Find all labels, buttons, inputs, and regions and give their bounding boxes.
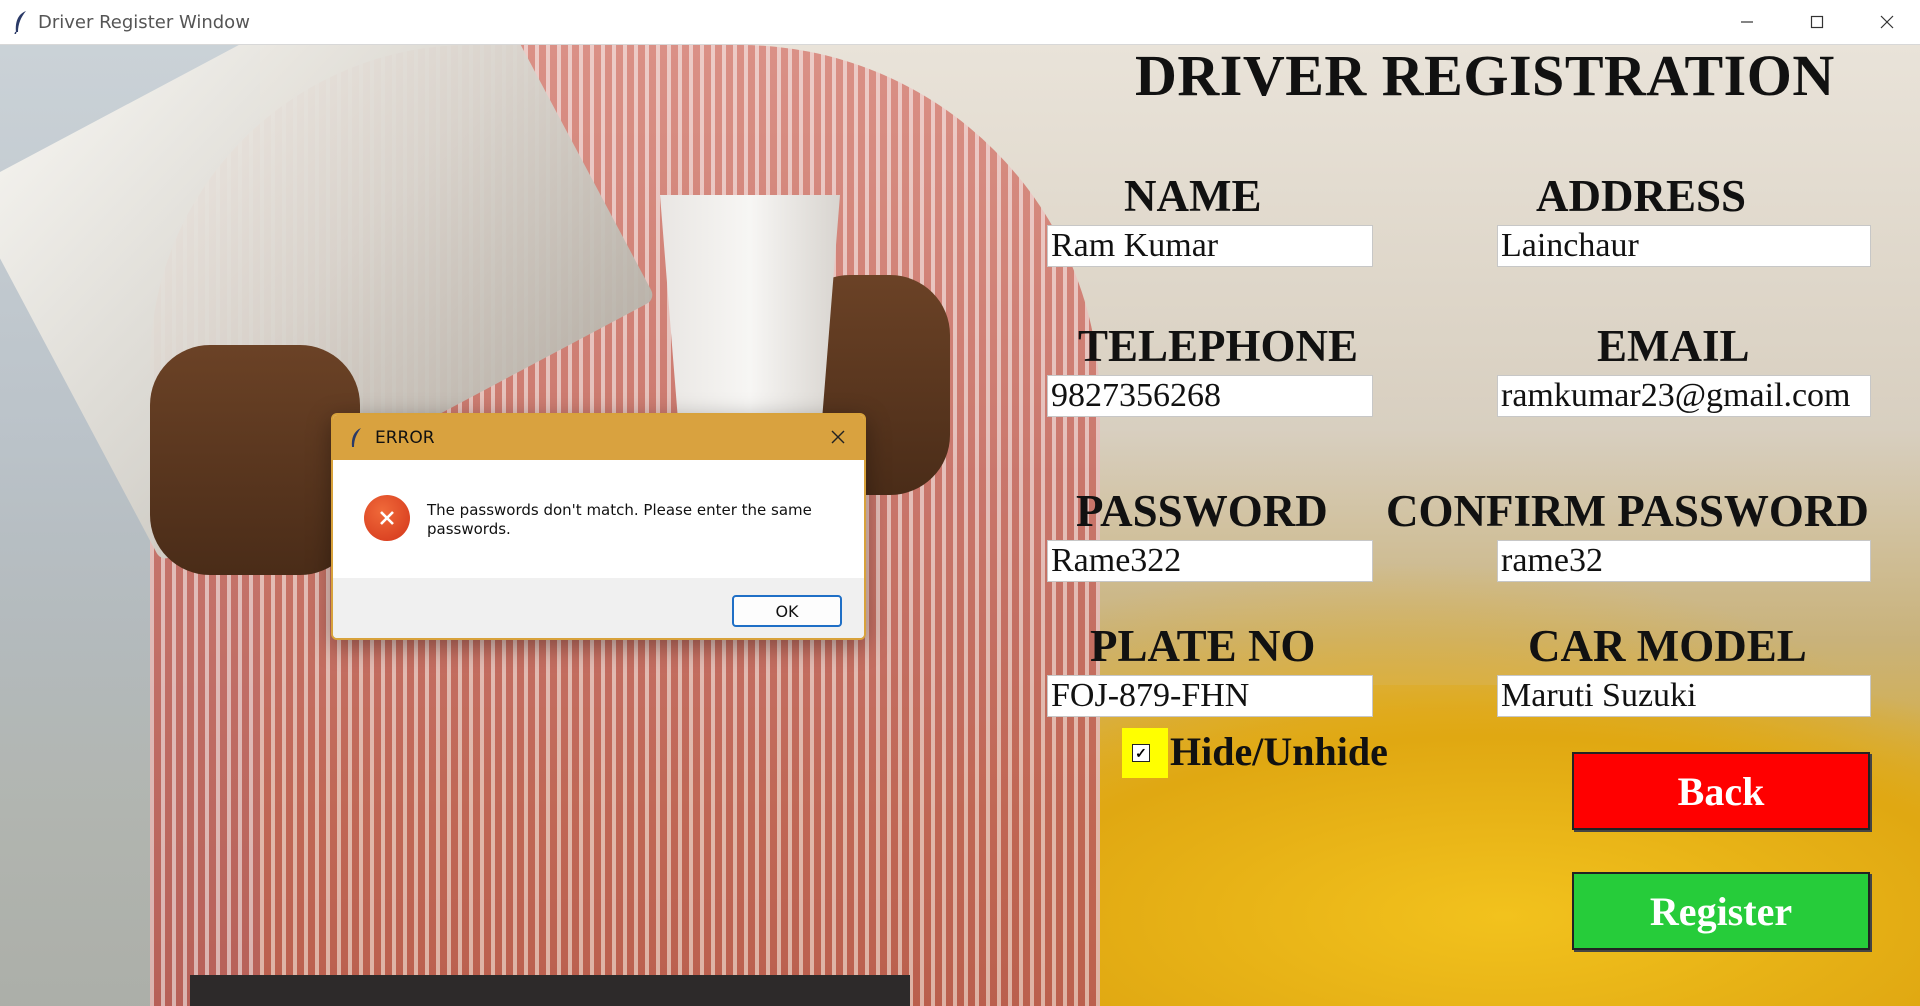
hide-unhide-checkbox[interactable]: ✓ (1132, 744, 1150, 762)
dialog-message: The passwords don't match. Please enter … (427, 501, 812, 538)
close-icon (1880, 15, 1894, 29)
window-title: Driver Register Window (38, 12, 250, 33)
minimize-icon (1741, 21, 1753, 23)
minimize-button[interactable] (1712, 0, 1782, 44)
close-icon (831, 430, 845, 444)
feather-icon (351, 428, 361, 447)
person-pants (190, 975, 910, 1006)
password-input[interactable]: Rame322 (1047, 540, 1373, 582)
checkmark-icon: ✓ (1135, 745, 1147, 761)
password-label: PASSWORD (1076, 486, 1328, 536)
ok-button[interactable]: OK (732, 595, 842, 627)
name-label: NAME (1124, 171, 1262, 221)
error-dialog: ERROR The passwords don't match. Please … (331, 413, 866, 640)
address-label: ADDRESS (1536, 171, 1747, 221)
dialog-close-button[interactable] (826, 425, 850, 449)
close-button[interactable] (1852, 0, 1920, 44)
email-label: EMAIL (1597, 321, 1750, 371)
error-x-icon (364, 495, 410, 541)
address-input[interactable]: Lainchaur (1497, 225, 1871, 267)
plate-no-input[interactable]: FOJ-879-FHN (1047, 675, 1373, 717)
telephone-label: TELEPHONE (1078, 321, 1359, 371)
maximize-icon (1810, 15, 1824, 29)
dialog-title: ERROR (375, 428, 435, 448)
telephone-input[interactable]: 9827356268 (1047, 375, 1373, 417)
register-button[interactable]: Register (1572, 872, 1870, 950)
confirm-password-input[interactable]: rame32 (1497, 540, 1871, 582)
form-title: DRIVER REGISTRATION (1135, 43, 1835, 108)
person-hand-left (150, 345, 360, 575)
email-input[interactable]: ramkumar23@gmail.com (1497, 375, 1871, 417)
confirm-password-label: CONFIRM PASSWORD (1386, 486, 1869, 536)
plate-no-label: PLATE NO (1090, 621, 1316, 671)
window-titlebar: Driver Register Window (0, 0, 1920, 45)
back-button[interactable]: Back (1572, 752, 1870, 830)
maximize-button[interactable] (1782, 0, 1852, 44)
name-input[interactable]: Ram Kumar (1047, 225, 1373, 267)
hide-unhide-label[interactable]: Hide/Unhide (1170, 728, 1388, 775)
car-model-label: CAR MODEL (1528, 621, 1807, 671)
feather-icon (14, 11, 26, 34)
car-model-input[interactable]: Maruti Suzuki (1497, 675, 1871, 717)
